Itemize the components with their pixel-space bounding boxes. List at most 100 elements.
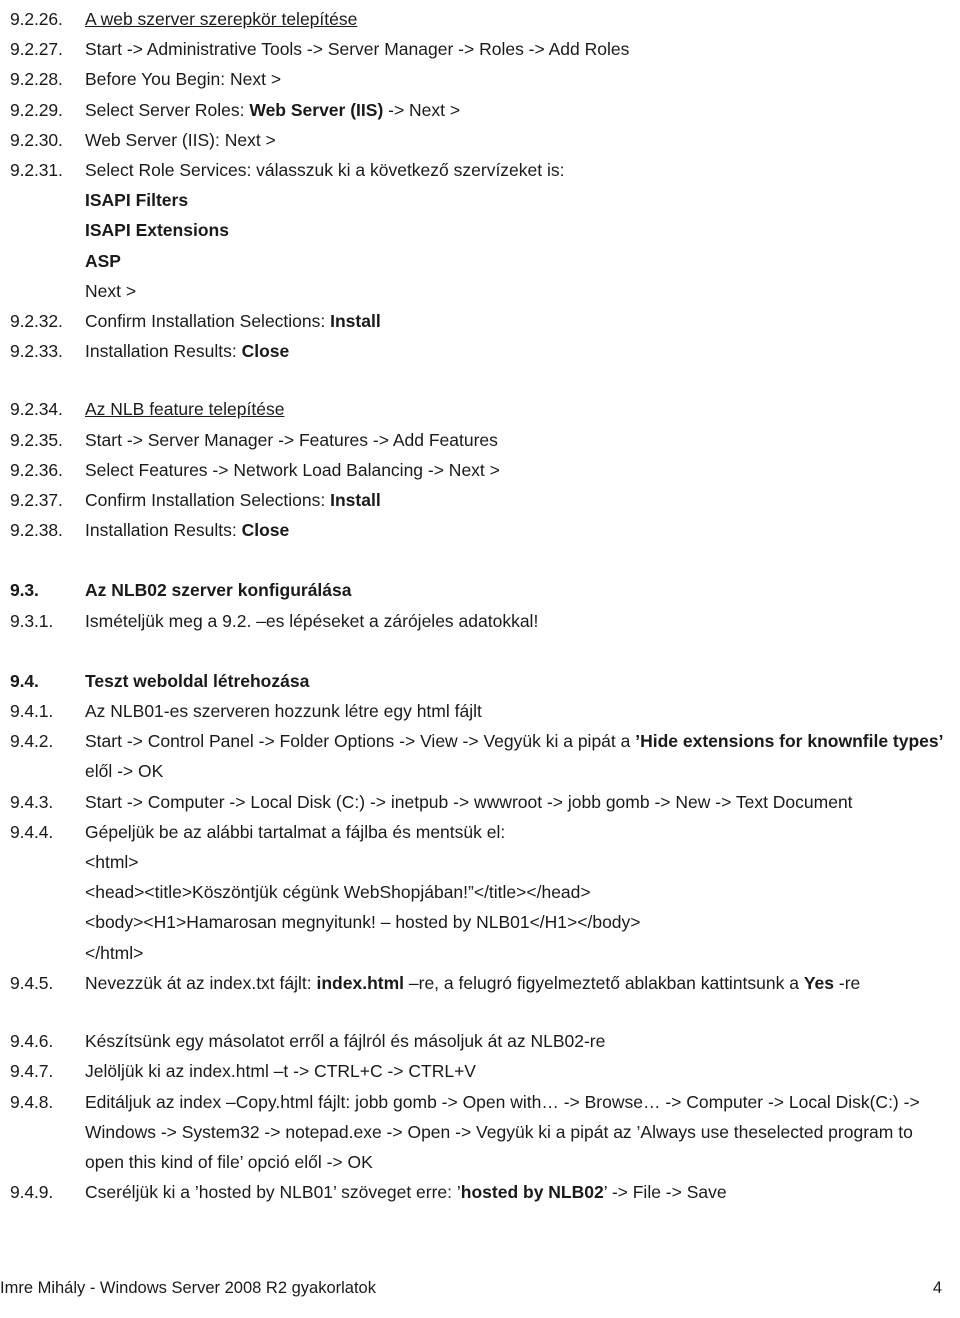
item-number: 9.4.3. [10, 791, 54, 812]
vertical-spacer [0, 636, 960, 666]
item-text: Confirm Installation Selections: Install [85, 485, 960, 515]
step-row: 9.4.7. Jelöljük ki az index.html –t -> CT… [0, 1056, 960, 1086]
bold-text: ISAPI Filters [85, 190, 189, 211]
item-number: 9.2.36. [10, 459, 63, 480]
bold-text: ’Hide extensions for known [635, 731, 863, 752]
step-row: 9.4.9. Cseréljük ki a ’hosted by NLB01’ s… [0, 1177, 960, 1207]
step-row: ISAPI Extensions [0, 215, 960, 245]
text-post: -> Next > [383, 99, 461, 120]
step-row: 9.4.5. Nevezzük át az index.txt fájlt: in… [0, 968, 960, 998]
footer-text: Imre Mihály - Windows Server 2008 R2 gya… [0, 1279, 376, 1297]
step-row: 9.4.1. Az NLB01-es szerveren hozzunk létr… [0, 696, 960, 726]
item-text: <head><title>Köszöntjük cégünk WebShopjá… [85, 882, 591, 903]
text-pre: Confirm Installation Selections: [85, 311, 331, 332]
text-mid: –re, a felugró figyelmeztető ablakban ka… [404, 972, 804, 993]
item-text: Készítsünk egy másolatot erről a fájlról… [85, 1031, 606, 1052]
step-row: 9.2.33. Installation Results: Close [0, 336, 960, 366]
bold-text: Install [330, 311, 381, 332]
item-text: ISAPI Filters [85, 185, 960, 215]
step-row: 9.2.38. Installation Results: Close [0, 515, 960, 545]
step-row: 9.4.2. Start -> Control Panel -> Folder O… [0, 726, 960, 786]
bold-text: hosted by NLB02 [460, 1182, 604, 1203]
item-number: 9.4.8. [10, 1091, 54, 1112]
item-number: 9.4.9. [10, 1182, 54, 1203]
item-text: ASP [85, 246, 960, 276]
bold-text: ASP [85, 250, 121, 271]
item-text: Az NLB02 szerver konfigurálása [85, 580, 352, 601]
step-row: 9.2.30. Web Server (IIS): Next > [0, 125, 960, 155]
item-number: 9.4.2. [10, 731, 54, 752]
item-number: 9.3. [10, 580, 39, 601]
step-row: 9.4.6. Készítsünk egy másolatot erről a f… [0, 1026, 960, 1056]
item-text: Select Features -> Network Load Balancin… [85, 459, 500, 480]
step-row: 9.2.37. Confirm Installation Selections: … [0, 485, 960, 515]
text-pre: Confirm Installation Selections: [85, 490, 331, 511]
item-text: Start -> Computer -> Local Disk (C:) -> … [85, 791, 853, 812]
item-text: Select Server Roles: Web Server (IIS) ->… [85, 95, 960, 125]
bold-text-2: file types’ [862, 731, 944, 752]
footer-page-number: 4 [932, 1279, 942, 1297]
step-row: <html> [0, 847, 960, 877]
step-row: <body><H1>Hamarosan megnyitunk! – hosted… [0, 907, 960, 937]
text-pre: Cseréljük ki a ’hosted by NLB01’ szövege… [85, 1182, 461, 1203]
item-text: Start -> Control Panel -> Folder Options… [85, 726, 960, 786]
item-number: 9.2.33. [10, 341, 63, 362]
item-text: Editáljuk az index –Copy.html fájlt: job… [85, 1087, 960, 1178]
item-text: Confirm Installation Selections: Install [85, 306, 960, 336]
step-row: ASP [0, 246, 960, 276]
text-post: ’ -> File -> Save [603, 1182, 727, 1203]
item-text: </html> [85, 942, 144, 963]
item-number: 9.2.35. [10, 429, 63, 450]
step-row: 9.4.8. Editáljuk az index –Copy.html fájl… [0, 1087, 960, 1178]
step-row: 9.4.4. Gépeljük be az alábbi tartalmat a … [0, 817, 960, 847]
bold-text: Web Server (IIS) [249, 99, 384, 120]
item-number: 9.2.34. [10, 399, 63, 420]
item-text: Start -> Administrative Tools -> Server … [85, 39, 630, 60]
item-text: Before You Begin: Next > [85, 69, 282, 90]
text-line-1: Editáljuk az index –Copy.html fájlt: job… [85, 1091, 870, 1112]
item-number: 9.2.32. [10, 311, 63, 332]
text-pre: Installation Results: [85, 520, 242, 541]
item-number: 9.4.7. [10, 1061, 54, 1082]
item-number: 9.4.6. [10, 1031, 54, 1052]
underlined-heading: A web szerver szerepkör telepítése [85, 9, 358, 29]
section-heading-row: 9.4. Teszt weboldal létrehozása [0, 666, 960, 696]
step-row: 9.2.36. Select Features -> Network Load B… [0, 455, 960, 485]
item-number: 9.2.30. [10, 129, 63, 150]
step-row: 9.3.1. Ismételjük meg a 9.2. –es lépéseke… [0, 606, 960, 636]
vertical-spacer [0, 545, 960, 575]
text-pre: Installation Results: [85, 341, 242, 362]
bold-text: index.html [316, 972, 405, 993]
bold-text: Close [241, 520, 290, 541]
step-row: Next > [0, 276, 960, 306]
step-row: 9.2.26. A web szerver szerepkör telepítés… [0, 4, 960, 34]
text-post: -re [834, 972, 861, 993]
bold-text: Install [330, 490, 381, 511]
bold-text-2: Yes [803, 972, 835, 993]
item-number: 9.2.38. [10, 520, 63, 541]
item-text: Installation Results: Close [85, 515, 960, 545]
item-text: Web Server (IIS): Next > [85, 129, 276, 150]
step-row: 9.2.28. Before You Begin: Next > [0, 64, 960, 94]
item-text: Start -> Server Manager -> Features -> A… [85, 429, 498, 450]
step-row: 9.4.3. Start -> Computer -> Local Disk (C… [0, 787, 960, 817]
step-row: ISAPI Filters [0, 185, 960, 215]
step-row: </html> [0, 938, 960, 968]
item-text: Cseréljük ki a ’hosted by NLB01’ szövege… [85, 1177, 960, 1207]
step-row: <head><title>Köszöntjük cégünk WebShopjá… [0, 877, 960, 907]
item-number: 9.4.1. [10, 701, 54, 722]
text-pre: Start -> Control Panel -> Folder Options… [85, 731, 636, 752]
underlined-heading: Az NLB feature telepítése [85, 399, 285, 420]
item-number: 9.2.29. [10, 99, 63, 120]
item-text: <html> [85, 852, 139, 873]
document-page: 9.2.26. A web szerver szerepkör telepítés… [0, 0, 960, 1318]
text-post: elől -> OK [85, 761, 164, 782]
item-text: Teszt weboldal létrehozása [85, 670, 310, 691]
item-text: ISAPI Extensions [85, 215, 960, 245]
item-text: Installation Results: Close [85, 336, 960, 366]
item-text: Nevezzük át az index.txt fájlt: index.ht… [85, 968, 960, 998]
page-footer: Imre Mihály - Windows Server 2008 R2 gya… [0, 1279, 960, 1298]
vertical-spacer [0, 998, 960, 1026]
section-heading-row: 9.3. Az NLB02 szerver konfigurálása [0, 575, 960, 605]
item-text: A web szerver szerepkör telepítése [85, 4, 960, 34]
